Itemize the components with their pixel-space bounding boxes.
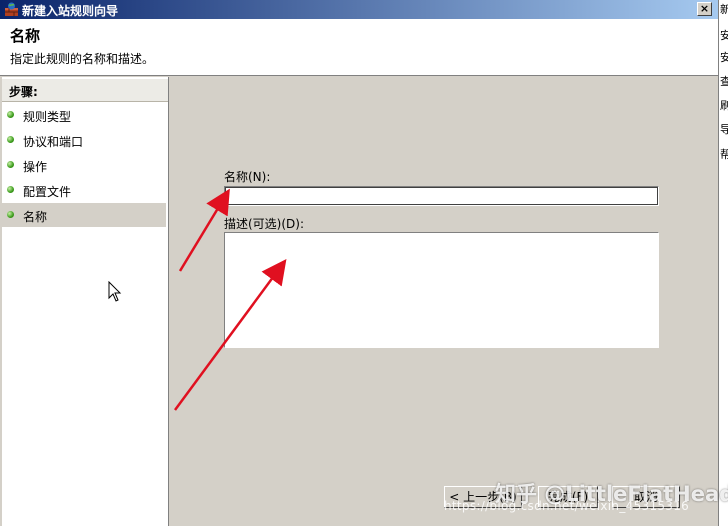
strip-text: 新 [720,1,728,17]
step-status-icon [7,186,14,193]
window-title: 新建入站规则向导 [22,4,119,18]
name-input[interactable] [224,186,659,206]
step-status-icon [7,211,14,218]
step-rule-type[interactable]: 规则类型 [2,103,166,127]
background-window-strip: 新 安 安 查 刷 导 帮 [718,0,728,526]
step-action[interactable]: 操作 [2,153,166,177]
step-status-icon [7,161,14,168]
step-label: 规则类型 [23,110,72,124]
wizard-header: 名称 指定此规则的名称和描述。 [0,19,718,76]
step-label: 操作 [23,160,48,174]
strip-text: 查 [720,73,728,89]
step-label: 名称 [23,210,48,224]
description-label: 描述(可选)(D): [224,217,305,231]
step-label: 配置文件 [23,185,72,199]
step-status-icon [7,136,14,143]
mouse-cursor-icon [108,281,122,302]
step-status-icon [7,111,14,118]
step-name[interactable]: 名称 [2,203,166,227]
strip-text: 帮 [720,146,728,162]
close-button[interactable]: × [697,2,712,16]
page-subtitle: 指定此规则的名称和描述。 [10,52,155,66]
title-bar: 新建入站规则向导 × [0,0,718,19]
name-label: 名称(N): [224,170,271,184]
close-icon: × [699,2,710,15]
step-label: 协议和端口 [23,135,84,149]
strip-text: 安 [720,49,728,65]
strip-text: 刷 [720,97,728,113]
steps-panel: 步骤: 规则类型 协议和端口 操作 配置文件 名称 [2,77,169,526]
steps-heading-label: 步骤: [9,85,38,99]
steps-heading: 步骤: [2,79,168,102]
description-input[interactable] [224,232,659,348]
firewall-icon [5,2,18,16]
watermark-url: https://blog.csdn.net/weixin_45315316 [444,499,690,513]
step-protocol-port[interactable]: 协议和端口 [2,128,166,152]
strip-text: 安 [720,27,728,43]
strip-text: 导 [720,121,728,137]
page-title: 名称 [10,27,41,45]
step-profile[interactable]: 配置文件 [2,178,166,202]
